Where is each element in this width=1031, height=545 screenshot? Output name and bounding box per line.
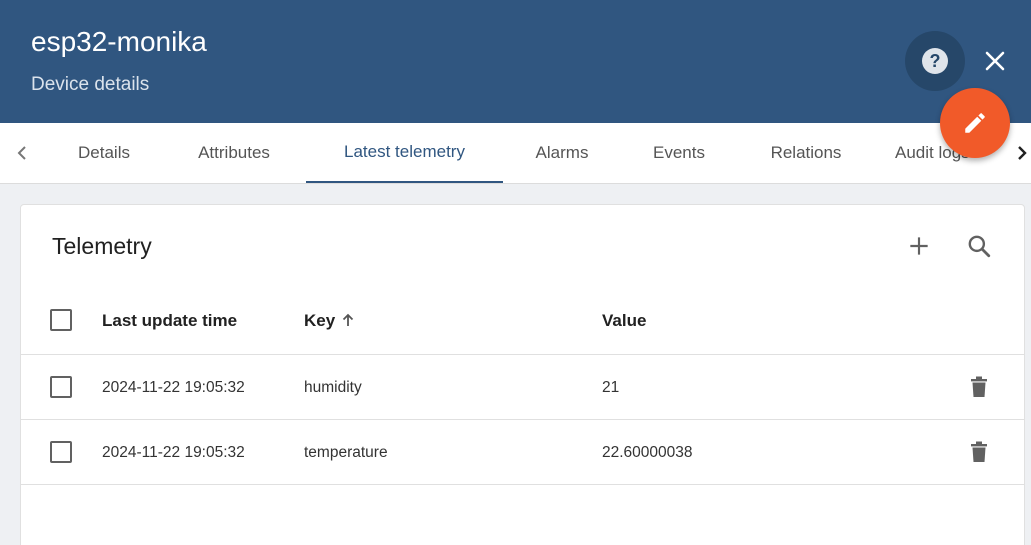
- page-subtitle: Device details: [31, 74, 150, 95]
- edit-icon: [965, 113, 985, 133]
- chevron-left-icon[interactable]: [10, 141, 34, 165]
- trash-icon[interactable]: [968, 375, 990, 399]
- row-divider: [21, 354, 1024, 355]
- tab-latest-telemetry[interactable]: Latest telemetry: [306, 123, 503, 183]
- column-header-value[interactable]: Value: [602, 311, 646, 331]
- telemetry-card: Telemetry Last update time Key Value 202…: [20, 204, 1025, 545]
- arrow-up-icon[interactable]: [340, 312, 356, 328]
- chevron-right-icon[interactable]: [1010, 141, 1031, 165]
- close-icon: [985, 51, 1005, 71]
- add-icon[interactable]: [906, 233, 932, 259]
- column-header-last-update[interactable]: Last update time: [102, 311, 237, 331]
- tab-attributes[interactable]: Attributes: [172, 123, 296, 183]
- row-value: 21: [602, 379, 620, 396]
- row-key: humidity: [304, 379, 362, 396]
- row-value: 22.60000038: [602, 444, 693, 461]
- tab-bar: Details Attributes Latest telemetry Alar…: [0, 123, 1031, 184]
- dialog-header: esp32-monika Device details ?: [0, 0, 1031, 123]
- select-all-checkbox[interactable]: [50, 309, 72, 331]
- tab-events[interactable]: Events: [635, 123, 723, 183]
- row-divider: [21, 419, 1024, 420]
- close-button[interactable]: [979, 45, 1011, 77]
- help-button[interactable]: ?: [905, 31, 965, 91]
- column-header-key[interactable]: Key: [304, 311, 335, 331]
- tab-relations[interactable]: Relations: [752, 123, 860, 183]
- tab-alarms[interactable]: Alarms: [520, 123, 604, 183]
- search-icon[interactable]: [966, 233, 992, 259]
- row-last-update: 2024-11-22 19:05:32: [102, 379, 245, 396]
- edit-button[interactable]: [940, 88, 1010, 158]
- help-icon: ?: [922, 48, 948, 74]
- card-title: Telemetry: [52, 233, 152, 259]
- tab-details[interactable]: Details: [60, 123, 148, 183]
- row-checkbox[interactable]: [50, 441, 72, 463]
- row-key: temperature: [304, 444, 388, 461]
- row-last-update: 2024-11-22 19:05:32: [102, 444, 245, 461]
- row-checkbox[interactable]: [50, 376, 72, 398]
- trash-icon[interactable]: [968, 440, 990, 464]
- page-title: esp32-monika: [31, 26, 207, 57]
- row-divider: [21, 484, 1024, 485]
